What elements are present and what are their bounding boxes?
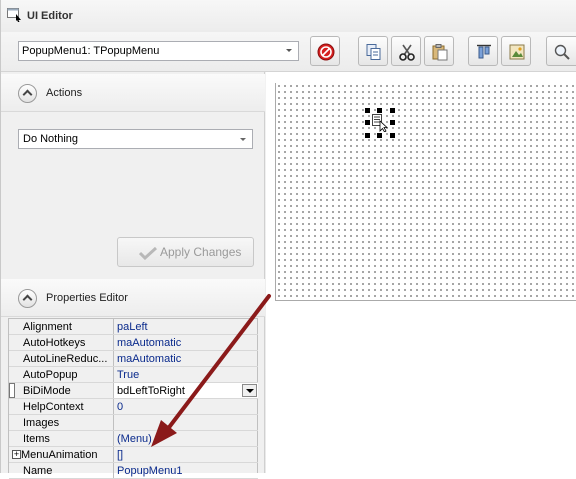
ui-editor-window: UI Editor PopupMenu1: TPopupMenu Actions…: [0, 0, 576, 479]
annotation-arrow: [151, 294, 271, 447]
